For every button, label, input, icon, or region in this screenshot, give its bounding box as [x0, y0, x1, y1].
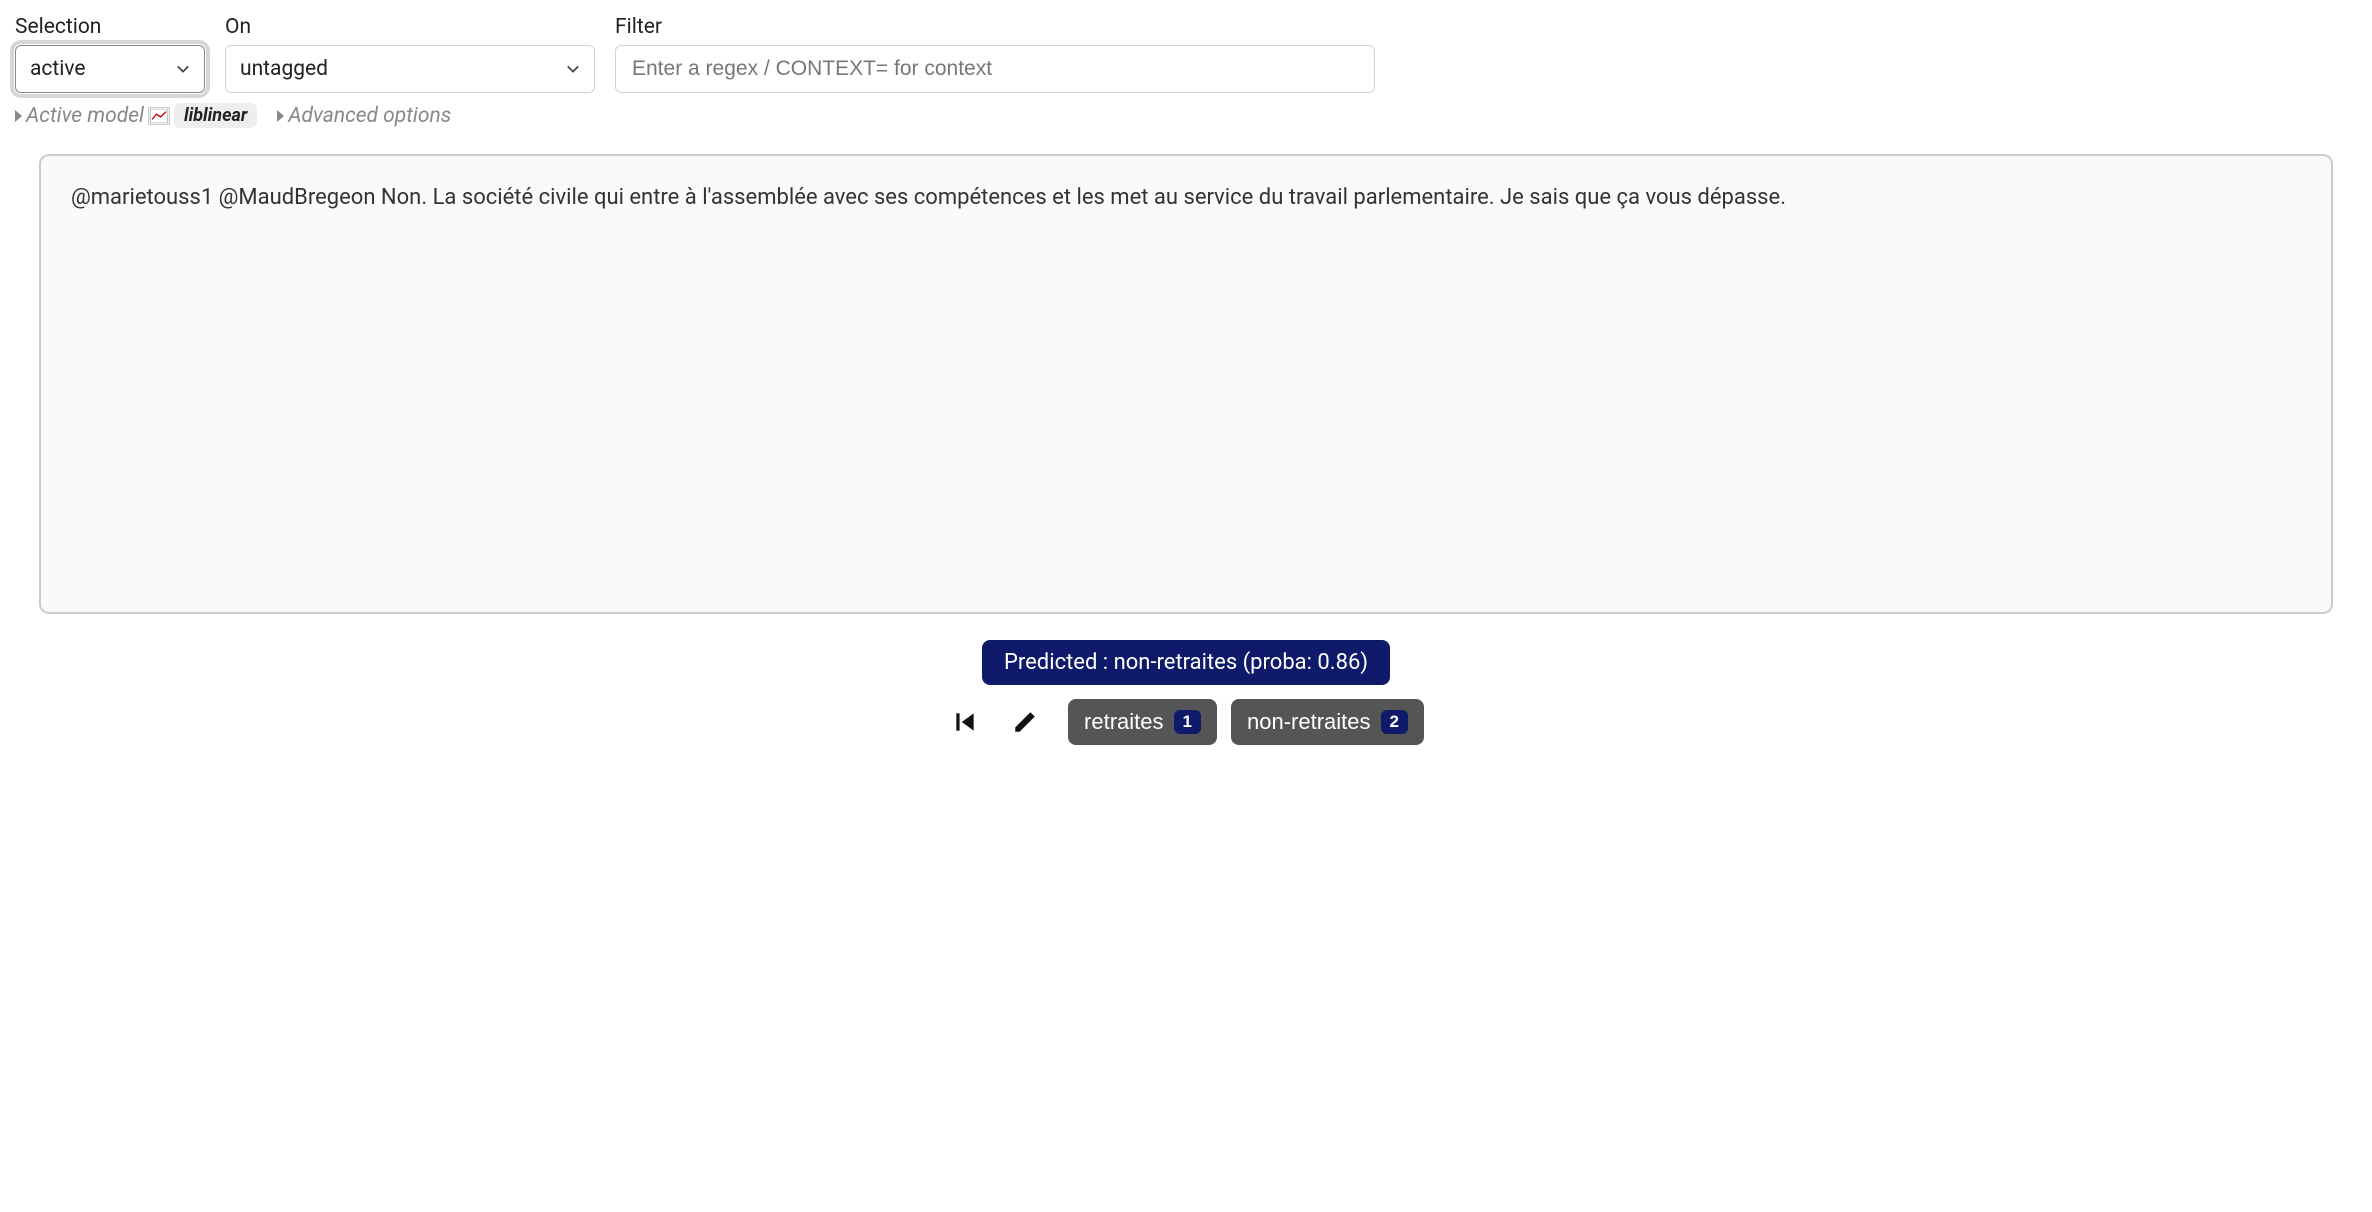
bottom-area: Predicted : non-retraites (proba: 0.86) … [15, 640, 2357, 745]
caret-right-icon [15, 110, 22, 122]
chevron-down-icon [566, 62, 580, 76]
caret-right-icon [277, 110, 284, 122]
pencil-icon [1012, 709, 1038, 735]
document-text: @marietouss1 @MaudBregeon Non. La sociét… [71, 182, 2301, 214]
skip-previous-icon [952, 709, 978, 735]
options-row: Active model liblinear Advanced options [15, 103, 2357, 128]
active-model-toggle[interactable]: Active model liblinear [15, 103, 257, 128]
selection-label: Selection [15, 15, 205, 39]
filter-group: Filter [615, 15, 1375, 93]
advanced-options-label: Advanced options [288, 104, 451, 128]
on-value: untagged [240, 57, 566, 81]
top-controls: Selection active On untagged Filter [15, 15, 2357, 93]
on-select[interactable]: untagged [225, 45, 595, 93]
selection-value: active [30, 57, 176, 81]
previous-button[interactable] [948, 705, 982, 739]
on-group: On untagged [225, 15, 595, 93]
on-label: On [225, 15, 595, 39]
chevron-down-icon [176, 62, 190, 76]
active-model-label: Active model [26, 104, 144, 128]
tag-label: non-retraites [1247, 709, 1371, 735]
chart-icon [148, 107, 170, 125]
selection-select[interactable]: active [15, 45, 205, 93]
tag-buttons: retraites 1 non-retraites 2 [1068, 699, 1424, 745]
advanced-options-toggle[interactable]: Advanced options [277, 104, 451, 128]
tag-button-non-retraites[interactable]: non-retraites 2 [1231, 699, 1424, 745]
model-name-badge: liblinear [174, 103, 257, 128]
document-panel: @marietouss1 @MaudBregeon Non. La sociét… [39, 154, 2333, 614]
action-row: retraites 1 non-retraites 2 [948, 699, 1424, 745]
selection-group: Selection active [15, 15, 205, 93]
filter-input[interactable] [615, 45, 1375, 93]
edit-button[interactable] [1008, 705, 1042, 739]
filter-label: Filter [615, 15, 1375, 39]
tag-button-retraites[interactable]: retraites 1 [1068, 699, 1217, 745]
tag-label: retraites [1084, 709, 1163, 735]
tag-key-badge: 2 [1381, 710, 1408, 734]
tag-key-badge: 1 [1174, 710, 1201, 734]
prediction-badge: Predicted : non-retraites (proba: 0.86) [982, 640, 1390, 685]
